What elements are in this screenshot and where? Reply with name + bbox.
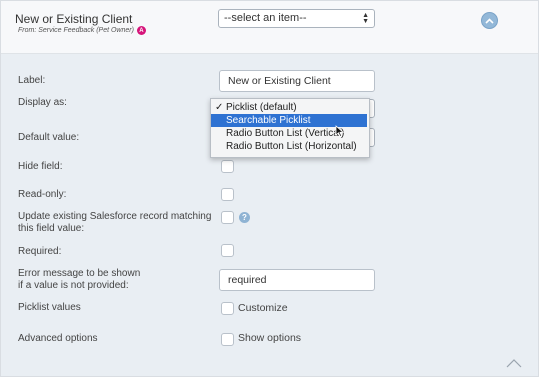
dropdown-option-label: Radio Button List (Horizontal)	[226, 141, 357, 152]
collapse-button[interactable]	[481, 12, 498, 29]
show-options-label[interactable]: Show options	[238, 332, 301, 344]
field-settings-panel: New or Existing Client From: Service Fee…	[0, 0, 539, 377]
error-message-input[interactable]: required	[219, 269, 375, 291]
required-label: Required:	[18, 246, 62, 257]
required-checkbox[interactable]	[221, 244, 234, 257]
default-value-label: Default value:	[18, 132, 80, 143]
read-only-checkbox[interactable]	[221, 188, 234, 201]
source-badge: A	[136, 26, 146, 35]
hide-field-checkbox[interactable]	[221, 160, 234, 173]
help-icon[interactable]: ?	[239, 212, 250, 223]
customize-label[interactable]: Customize	[238, 302, 288, 314]
display-as-dropdown-menu: ✓ Picklist (default) Searchable Picklist…	[210, 98, 370, 158]
mouse-cursor-icon	[335, 125, 344, 138]
chevron-up-icon	[485, 17, 494, 24]
dropdown-option-label: Picklist (default)	[226, 102, 297, 113]
picklist-values-label: Picklist values	[18, 302, 81, 313]
header-item-select[interactable]: --select an item-- ▲ ▼	[218, 9, 375, 28]
dropdown-option-label: Searchable Picklist	[226, 115, 311, 126]
error-message-label-line1: Error message to be shown	[18, 268, 141, 279]
field-source: From: Service Feedback (Pet Owner) A	[18, 26, 146, 35]
customize-checkbox[interactable]	[221, 302, 234, 315]
show-options-checkbox[interactable]	[221, 333, 234, 346]
hide-field-label: Hide field:	[18, 161, 63, 172]
header-item-select-value: --select an item--	[224, 12, 307, 24]
label-field-label: Label:	[18, 75, 46, 86]
field-title: New or Existing Client	[15, 12, 133, 26]
field-header: New or Existing Client From: Service Fee…	[1, 1, 538, 54]
label-input[interactable]: New or Existing Client	[219, 70, 375, 92]
select-arrows-icon: ▲▼	[362, 11, 369, 25]
update-existing-label-line2: this field value:	[18, 223, 85, 234]
dropdown-option-radio-horizontal[interactable]: Radio Button List (Horizontal)	[211, 140, 367, 153]
read-only-label: Read-only:	[18, 189, 67, 200]
dropdown-option-label: Radio Button List (Vertical)	[226, 128, 345, 139]
advanced-options-label: Advanced options	[18, 333, 98, 344]
field-source-text: From: Service Feedback (Pet Owner)	[18, 27, 134, 34]
update-existing-label-line1: Update existing Salesforce record matchi…	[18, 211, 212, 222]
checkmark-icon: ✓	[215, 102, 224, 113]
display-as-label: Display as:	[18, 97, 67, 108]
update-existing-checkbox[interactable]	[221, 211, 234, 224]
dropdown-option-picklist[interactable]: ✓ Picklist (default)	[211, 101, 367, 114]
error-message-label-line2: if a value is not provided:	[18, 280, 129, 291]
error-message-label: Error message to be shown if a value is …	[18, 268, 140, 292]
update-existing-label: Update existing Salesforce record matchi…	[18, 211, 211, 235]
chevron-up-icon[interactable]	[506, 359, 522, 368]
